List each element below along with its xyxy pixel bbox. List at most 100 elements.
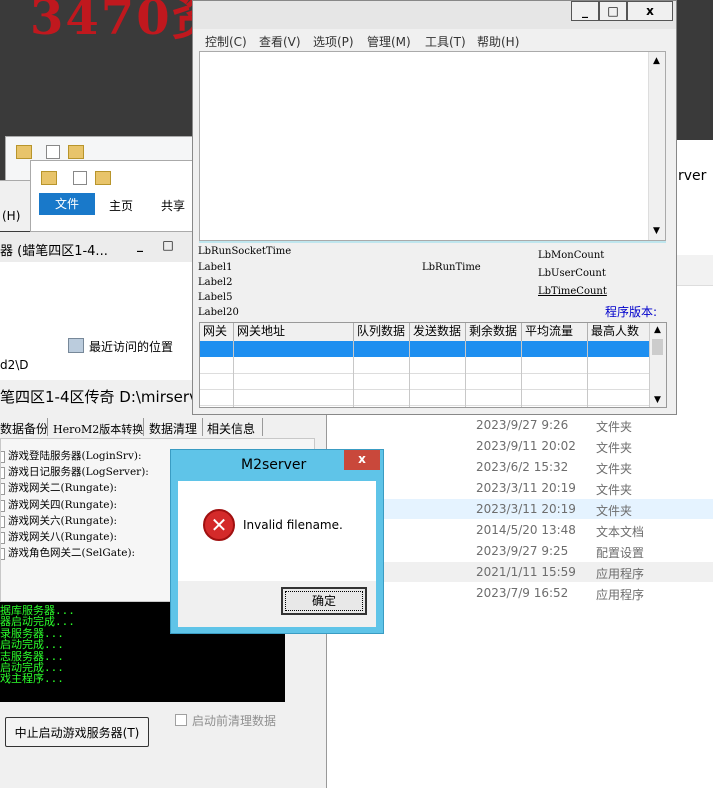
m2-menu-item[interactable]: 控制(C) xyxy=(205,33,247,50)
explorer-window-1: 文件 主页 共享 xyxy=(30,160,202,232)
file-row[interactable]: 2023/9/27 9:26 文件夹 xyxy=(470,416,713,436)
server-label: 游戏网关六(Rungate): xyxy=(8,514,118,527)
ribbon-tab-file[interactable]: 文件 xyxy=(39,193,95,215)
server-checkbox[interactable] xyxy=(1,467,5,480)
tab-data-clean[interactable]: 数据清理 xyxy=(149,420,197,437)
file-type: 文件夹 xyxy=(596,441,633,455)
log-scrollbar[interactable]: ▲ ▼ xyxy=(648,52,665,240)
log-line: 戏主程序... xyxy=(0,672,64,686)
file-type: 文件夹 xyxy=(596,483,633,497)
file-row[interactable]: 2023/7/9 16:52 应用程序 xyxy=(470,584,713,604)
grid-header-cell[interactable]: 剩余数据 xyxy=(466,323,522,341)
tab-data-backup[interactable]: 数据备份 xyxy=(0,420,48,437)
grid-column xyxy=(522,341,588,407)
gateway-grid: 网关 网关地址 队列数据 发送数据 剩余数据 平均流量 最高人数 ▲ ▼ xyxy=(199,322,667,408)
scroll-thumb[interactable] xyxy=(652,339,663,355)
grid-header: 网关 网关地址 队列数据 发送数据 剩余数据 平均流量 最高人数 xyxy=(200,323,650,342)
dialog-close-button[interactable]: x xyxy=(344,450,380,470)
m2-menu-item[interactable]: 管理(M) xyxy=(367,33,411,50)
file-type: 文本文档 xyxy=(596,525,645,539)
clear-data-checkbox[interactable] xyxy=(175,714,187,726)
file-row[interactable]: 2021/1/11 15:59 应用程序 xyxy=(470,563,713,583)
m2-status-divider xyxy=(199,241,666,243)
grid-header-cell[interactable]: 网关 xyxy=(200,323,234,341)
scroll-down-icon[interactable]: ▼ xyxy=(654,395,661,405)
grid-column xyxy=(234,341,354,407)
label2: Label2 xyxy=(198,277,233,288)
m2-menu-item[interactable]: 查看(V) xyxy=(259,33,301,50)
file-date: 2023/6/2 15:32 xyxy=(476,460,569,474)
error-icon: ✕ xyxy=(203,509,235,541)
lb-user-count: LbUserCount xyxy=(538,268,606,279)
file-row[interactable]: 2023/3/11 20:19 文件夹 xyxy=(470,500,713,520)
scroll-up-icon[interactable]: ▲ xyxy=(653,56,660,66)
minimize-button[interactable]: _ xyxy=(571,1,599,21)
dialog-message: Invalid filename. xyxy=(243,518,343,532)
file-row[interactable]: 2014/5/20 13:48 文本文档 xyxy=(470,521,713,541)
server-checkbox[interactable] xyxy=(1,499,5,512)
grid-header-cell[interactable]: 平均流量 xyxy=(522,323,588,341)
label20: Label20 xyxy=(198,307,239,318)
explorer-title-partial: rver xyxy=(678,168,707,184)
close-button[interactable]: x xyxy=(627,1,673,21)
file-row[interactable]: 2023/3/11 20:19 文件夹 xyxy=(470,479,713,499)
ribbon-tab-home[interactable]: 主页 xyxy=(109,197,133,214)
server-label: 游戏日记服务器(LogServer): xyxy=(8,466,149,479)
tab-about[interactable]: 相关信息 xyxy=(207,420,255,437)
ribbon-tab-share[interactable]: 共享 xyxy=(161,197,185,214)
launcher-title-2: 笔四区1-4区传奇 D:\mirserv xyxy=(0,388,198,406)
file-date: 2021/1/11 15:59 xyxy=(476,565,576,579)
explorer-window-0: (H) xyxy=(0,180,30,231)
m2-menu-item[interactable]: 工具(T) xyxy=(425,33,466,50)
server-label: 游戏角色网关二(SelGate): xyxy=(8,547,136,560)
folder-icon xyxy=(95,171,111,185)
explorer-file-list: 2023/9/27 9:26 文件夹 2023/9/11 20:02 文件夹 2023/… xyxy=(470,416,713,606)
grid-column xyxy=(588,341,650,407)
file-type: 应用程序 xyxy=(596,567,645,581)
m2-menu-item[interactable]: 选项(P) xyxy=(313,33,354,50)
grid-header-cell[interactable]: 发送数据 xyxy=(410,323,466,341)
scroll-down-icon[interactable]: ▼ xyxy=(653,226,660,236)
menu-help-partial: (H) xyxy=(2,209,21,223)
launcher-white-panel xyxy=(0,262,197,332)
folder-icon xyxy=(16,145,32,159)
lb-run-socket-time: LbRunSocketTime xyxy=(198,246,292,257)
server-label: 游戏网关四(Rungate): xyxy=(8,498,118,511)
grid-scrollbar[interactable]: ▲ ▼ xyxy=(649,323,666,407)
nav-recent-places[interactable]: 最近访问的位置 xyxy=(89,338,173,355)
file-row[interactable]: 2023/6/2 15:32 文件夹 xyxy=(470,458,713,478)
server-checkbox[interactable] xyxy=(1,451,5,463)
server-checkbox[interactable] xyxy=(1,515,5,528)
maximize-button[interactable]: □ xyxy=(599,1,627,21)
grid-header-cell[interactable]: 网关地址 xyxy=(234,323,354,341)
m2-menu-item[interactable]: 帮助(H) xyxy=(477,33,519,50)
file-row[interactable]: 2023/9/27 9:25 配置设置 xyxy=(470,542,713,562)
grid-header-cell[interactable]: 队列数据 xyxy=(354,323,410,341)
launcher-minimize-button[interactable]: _ xyxy=(130,236,150,254)
recent-places-icon xyxy=(68,338,84,353)
grid-header-cell[interactable]: 最高人数 xyxy=(588,323,650,341)
path-fragment: d2\D xyxy=(0,358,29,372)
dialog-title: M2server xyxy=(241,457,307,473)
server-checkbox[interactable] xyxy=(1,483,5,496)
stop-server-button[interactable]: 中止启动游戏服务器(T) xyxy=(5,717,149,747)
label5: Label5 xyxy=(198,292,233,303)
server-checkbox[interactable] xyxy=(1,532,5,544)
file-row[interactable]: 2023/9/11 20:02 文件夹 xyxy=(470,437,713,457)
file-type: 文件夹 xyxy=(596,504,633,518)
server-label: 游戏网关八(Rungate): xyxy=(8,531,118,543)
file-date: 2023/3/11 20:19 xyxy=(476,502,576,516)
file-type: 应用程序 xyxy=(596,588,645,602)
program-version: 程序版本: xyxy=(605,305,658,319)
lb-time-count: LbTimeCount xyxy=(538,286,607,297)
server-label: 游戏网关二(Rungate): xyxy=(8,482,118,495)
folder-icon xyxy=(68,145,84,159)
scroll-up-icon[interactable]: ▲ xyxy=(654,325,661,335)
ok-button[interactable]: 确定 xyxy=(281,587,367,615)
file-date: 2023/9/11 20:02 xyxy=(476,439,576,453)
m2-log-area: ▲ ▼ xyxy=(199,51,666,241)
server-checkbox[interactable] xyxy=(1,548,5,561)
tab-herom2[interactable]: HeroM2版本转换 xyxy=(53,421,143,437)
grid-column xyxy=(354,341,410,407)
launcher-maximize-button[interactable]: □ xyxy=(158,236,178,254)
